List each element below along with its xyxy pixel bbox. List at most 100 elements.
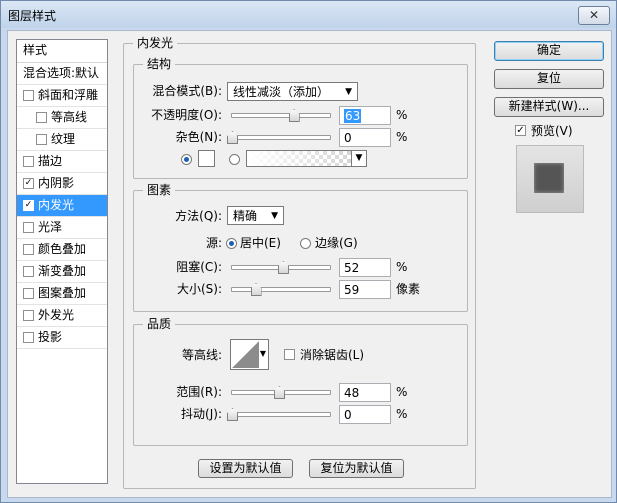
anti-alias-checkbox[interactable] [284,349,295,360]
style-checkbox[interactable] [23,266,34,277]
preview-checkbox[interactable]: ✓ [515,125,526,136]
noise-input[interactable]: 0 [339,128,391,147]
style-list-header[interactable]: 样式 [17,40,107,63]
style-list-item[interactable]: 光泽 [17,217,107,239]
solid-color-radio[interactable] [181,154,192,165]
style-list-item[interactable]: 描边 [17,151,107,173]
style-list-item-label: 斜面和浮雕 [38,88,99,102]
style-list-item-label: 外发光 [38,308,75,322]
size-input[interactable]: 59 [339,280,391,299]
size-slider[interactable] [231,283,331,296]
gradient-radio[interactable] [229,154,240,165]
jitter-slider[interactable] [227,408,331,421]
glow-color-swatch[interactable] [198,150,215,167]
chevron-down-icon: ▼ [271,211,278,221]
style-preview [516,145,584,213]
choke-unit: % [396,260,408,274]
style-checkbox[interactable] [23,90,34,101]
size-label: 大小(S): [176,282,222,296]
choke-label: 阻塞(C): [176,260,222,274]
style-list-item[interactable]: 图案叠加 [17,283,107,305]
blend-mode-value: 线性减淡（添加） [233,85,330,99]
range-slider[interactable] [231,386,331,399]
size-unit: 像素 [396,282,421,296]
anti-alias-label[interactable]: 消除锯齿(L) [300,347,364,363]
style-list-item-label: 描边 [38,154,63,168]
gradient-picker[interactable]: ▼ [246,150,367,167]
choke-slider[interactable] [231,261,331,274]
style-checkbox[interactable] [23,310,34,321]
style-list-item[interactable]: 颜色叠加 [17,239,107,261]
style-checkbox[interactable] [23,156,34,167]
range-value: 48 [344,386,360,400]
opacity-unit: % [396,108,408,122]
style-list-item[interactable]: ✓ 内发光 [17,195,107,217]
style-checkbox[interactable]: ✓ [23,178,34,189]
style-list-item[interactable]: 等高线 [17,107,107,129]
jitter-input[interactable]: 0 [339,405,391,424]
method-select[interactable]: 精确 ▼ [227,206,284,225]
inner-glow-title: 内发光 [133,36,178,50]
noise-value: 0 [344,131,352,145]
reset-default-button[interactable]: 复位为默认值 [309,459,404,478]
choke-slider-thumb[interactable] [277,261,289,274]
make-default-button[interactable]: 设置为默认值 [198,459,293,478]
source-center-radio[interactable] [226,238,237,249]
style-list-item-label: 等高线 [51,110,88,124]
style-list-item-label: 渐变叠加 [38,264,87,278]
style-checkbox[interactable]: ✓ [23,200,34,211]
title-bar[interactable]: 图层样式 ✕ [1,1,616,28]
opacity-slider-thumb[interactable] [288,109,300,122]
ok-button[interactable]: 确定 [494,41,604,61]
style-list-item[interactable]: 投影 [17,327,107,349]
quality-title: 品质 [143,317,176,331]
range-label: 范围(R): [176,385,222,399]
style-list-item-label: 光泽 [38,220,63,234]
style-list-item[interactable]: 外发光 [17,305,107,327]
style-checkbox[interactable] [23,288,34,299]
jitter-slider-thumb[interactable] [227,408,238,421]
jitter-value: 0 [344,408,352,422]
blend-mode-select[interactable]: 线性减淡（添加） ▼ [227,82,358,101]
chevron-down-icon[interactable]: ▼ [351,151,366,166]
blend-mode-label: 混合模式(B): [152,84,222,98]
source-edge-label[interactable]: 边缘(G) [315,235,358,251]
range-slider-thumb[interactable] [274,386,286,399]
source-edge-radio[interactable] [300,238,311,249]
style-checkbox[interactable] [23,222,34,233]
style-list-item[interactable]: 渐变叠加 [17,261,107,283]
style-list-item[interactable]: ✓ 内阴影 [17,173,107,195]
opacity-value: 63 [344,109,362,123]
source-label: 源: [205,236,222,250]
new-style-button[interactable]: 新建样式(W)... [494,97,604,117]
noise-slider[interactable] [227,131,331,144]
style-checkbox[interactable] [36,134,47,145]
preview-label[interactable]: 预览(V) [531,123,573,139]
source-center-label[interactable]: 居中(E) [240,235,281,251]
opacity-slider[interactable] [231,109,331,122]
size-slider-thumb[interactable] [250,283,262,296]
noise-unit: % [396,130,408,144]
jitter-unit: % [396,407,408,421]
style-checkbox[interactable] [23,332,34,343]
style-list-item-label: 内发光 [38,198,75,212]
reset-button[interactable]: 复位 [494,69,604,89]
range-input[interactable]: 48 [339,383,391,402]
opacity-input[interactable]: 63 [339,106,391,125]
style-checkbox[interactable] [23,244,34,255]
noise-slider-thumb[interactable] [227,131,238,144]
style-list-item[interactable]: 混合选项:默认 [17,63,107,85]
style-list-item[interactable]: 纹理 [17,129,107,151]
contour-curve-icon [232,341,259,368]
close-button[interactable]: ✕ [578,6,610,25]
quality-group: 品质 等高线: ▼ 消除锯齿(L) 范围(R): 48 % 抖动(J): 0 % [133,317,468,446]
noise-label: 杂色(N): [175,130,222,144]
style-list-item[interactable]: 斜面和浮雕 [17,85,107,107]
style-list-item-label: 纹理 [51,132,76,146]
choke-input[interactable]: 52 [339,258,391,277]
contour-picker[interactable]: ▼ [230,339,269,370]
opacity-label: 不透明度(O): [151,108,222,122]
chevron-down-icon[interactable]: ▼ [260,349,266,358]
style-checkbox[interactable] [36,112,47,123]
inner-glow-panel: 内发光 结构 混合模式(B): 线性减淡（添加） ▼ 不透明度(O): 63 %… [123,36,476,489]
